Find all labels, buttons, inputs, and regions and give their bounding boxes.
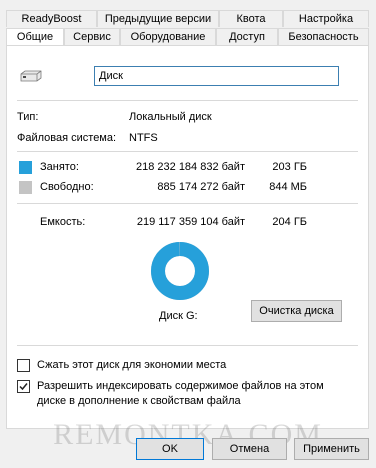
drive-name-input[interactable]: [94, 66, 339, 86]
compress-drive-label: Сжать этот диск для экономии места: [37, 359, 227, 371]
tab-sharing[interactable]: Доступ: [216, 28, 278, 45]
separator: [17, 203, 358, 204]
checkmark-icon: [19, 383, 28, 391]
used-space-swatch: [19, 161, 32, 174]
drive-icon: [20, 70, 42, 82]
compress-drive-checkbox[interactable]: [17, 359, 30, 372]
disk-letter-label: Диск G:: [159, 310, 198, 322]
separator: [17, 100, 358, 101]
tab-general[interactable]: Общие: [6, 28, 64, 45]
allow-indexing-checkbox[interactable]: [17, 380, 30, 393]
tab-row-back: ReadyBoost Предыдущие версии Квота Настр…: [6, 10, 369, 27]
allow-indexing-label-line2: диске в дополнение к свойствам файла: [37, 395, 241, 407]
used-space-label: Занято:: [40, 161, 79, 173]
cancel-button[interactable]: Отмена: [212, 438, 287, 460]
type-value: Локальный диск: [129, 111, 212, 123]
general-tab-panel: Тип: Локальный диск Файловая система: NT…: [6, 45, 369, 429]
capacity-size: 204 ГБ: [272, 216, 307, 228]
used-space-size: 203 ГБ: [272, 161, 307, 173]
tab-hardware[interactable]: Оборудование: [120, 28, 216, 45]
tab-row-front: Общие Сервис Оборудование Доступ Безопас…: [6, 28, 369, 45]
tab-tools[interactable]: Сервис: [64, 28, 120, 45]
tab-quota[interactable]: Квота: [219, 10, 283, 27]
used-space-bytes: 218 232 184 832 байт: [136, 161, 245, 173]
capacity-label: Емкость:: [40, 216, 86, 228]
free-space-swatch: [19, 181, 32, 194]
file-system-label: Файловая система:: [17, 132, 117, 144]
donut-used-arc: [151, 242, 209, 300]
disk-cleanup-button[interactable]: Очистка диска: [251, 300, 342, 322]
tab-security[interactable]: Безопасность: [278, 28, 369, 45]
free-space-label: Свободно:: [40, 181, 94, 193]
tab-readyboost[interactable]: ReadyBoost: [6, 10, 97, 27]
separator: [17, 151, 358, 152]
tab-previous-versions[interactable]: Предыдущие версии: [97, 10, 219, 27]
ok-button[interactable]: OK: [136, 438, 204, 460]
separator: [17, 345, 358, 346]
disk-usage-donut: [151, 242, 209, 300]
free-space-bytes: 885 174 272 байт: [157, 181, 245, 193]
allow-indexing-label-line1: Разрешить индексировать содержимое файло…: [37, 380, 324, 392]
apply-button[interactable]: Применить: [294, 438, 369, 460]
capacity-bytes: 219 117 359 104 байт: [136, 216, 245, 228]
file-system-value: NTFS: [129, 132, 158, 144]
tab-customize[interactable]: Настройка: [283, 10, 369, 27]
free-space-size: 844 МБ: [269, 181, 307, 193]
type-label: Тип:: [17, 111, 39, 123]
